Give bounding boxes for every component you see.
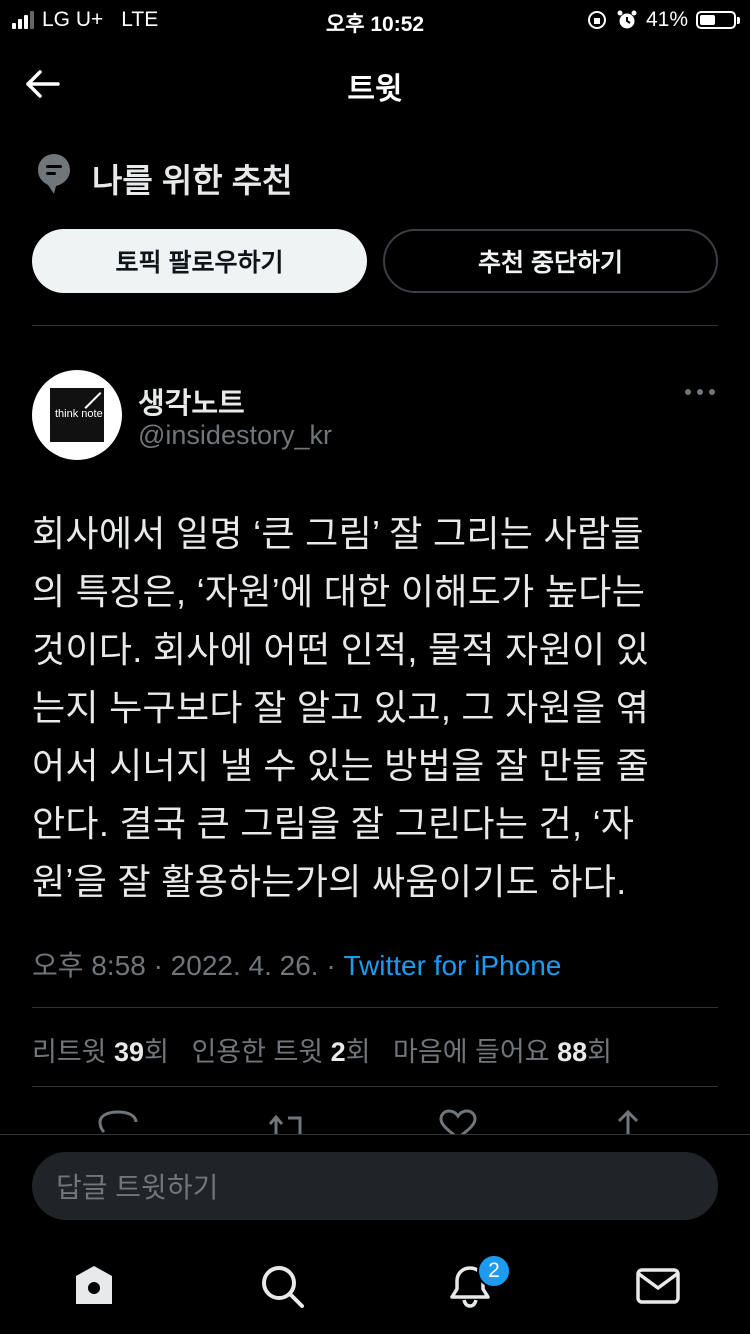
stop-recommendation-button[interactable]: 추천 중단하기 bbox=[383, 229, 718, 293]
retweets-stat[interactable]: 리트윗 39회 bbox=[32, 1037, 169, 1067]
tweet-stats: 리트윗 39회 인용한 트윗 2회 마음에 들어요 88회 bbox=[32, 1030, 612, 1069]
divider bbox=[32, 1007, 718, 1008]
home-icon[interactable] bbox=[70, 1262, 118, 1310]
recommendation-title: 나를 위한 추천 bbox=[92, 162, 293, 199]
likes-stat[interactable]: 마음에 들어요 88회 bbox=[393, 1037, 612, 1067]
avatar-logo: think note bbox=[50, 388, 104, 442]
display-name[interactable]: 생각노트 bbox=[138, 380, 245, 422]
tweet-source-link[interactable]: Twitter for iPhone bbox=[343, 950, 561, 981]
tweet-line: 의 특징은, ‘자원’에 대한 이해도가 높다는 bbox=[32, 571, 646, 612]
tweet-line: 어서 시너지 낼 수 있는 방법을 잘 만들 줄 bbox=[32, 745, 650, 786]
timestamp: 오후 8:58 · 2022. 4. 26. · bbox=[32, 950, 344, 981]
avatar[interactable]: think note bbox=[32, 370, 122, 460]
divider bbox=[32, 1086, 718, 1087]
follow-topic-button[interactable]: 토픽 팔로우하기 bbox=[32, 229, 367, 293]
tweet-line: 회사에서 일명 ‘큰 그림’ 잘 그리는 사람들 bbox=[32, 513, 644, 554]
more-options-icon[interactable] bbox=[684, 386, 716, 398]
alarm-icon bbox=[617, 10, 637, 29]
tweet-line: 원’을 잘 활용하는가의 싸움이기도 하다. bbox=[32, 861, 627, 902]
reply-input[interactable]: 답글 트윗하기 bbox=[32, 1152, 718, 1220]
messages-icon[interactable] bbox=[634, 1262, 682, 1310]
orientation-lock-icon bbox=[587, 11, 606, 29]
battery-icon bbox=[696, 11, 740, 29]
divider bbox=[32, 325, 718, 326]
notification-badge: 2 bbox=[477, 1254, 511, 1288]
battery-percent: 41% bbox=[645, 8, 688, 31]
quotes-stat[interactable]: 인용한 트윗 2회 bbox=[191, 1037, 370, 1067]
tweet-text: 회사에서 일명 ‘큰 그림’ 잘 그리는 사람들 의 특징은, ‘자원’에 대한… bbox=[32, 505, 722, 911]
status-bar: LG U+ LTE 오후 10:52 41% bbox=[0, 0, 750, 40]
tweet-line: 안다. 결국 큰 그림을 잘 그린다는 건, ‘자 bbox=[32, 803, 635, 844]
topic-icon bbox=[38, 154, 70, 194]
tweet-line: 것이다. 회사에 어떤 인적, 물적 자원이 있 bbox=[32, 629, 650, 670]
tweet-line: 는지 누구보다 잘 알고 있고, 그 자원을 엮 bbox=[32, 687, 650, 728]
user-handle[interactable]: @insidestory_kr bbox=[138, 420, 332, 451]
search-icon[interactable] bbox=[258, 1262, 306, 1310]
tweet-meta: 오후 8:58 · 2022. 4. 26. · Twitter for iPh… bbox=[32, 944, 561, 984]
page-title: 트윗 bbox=[347, 73, 403, 106]
